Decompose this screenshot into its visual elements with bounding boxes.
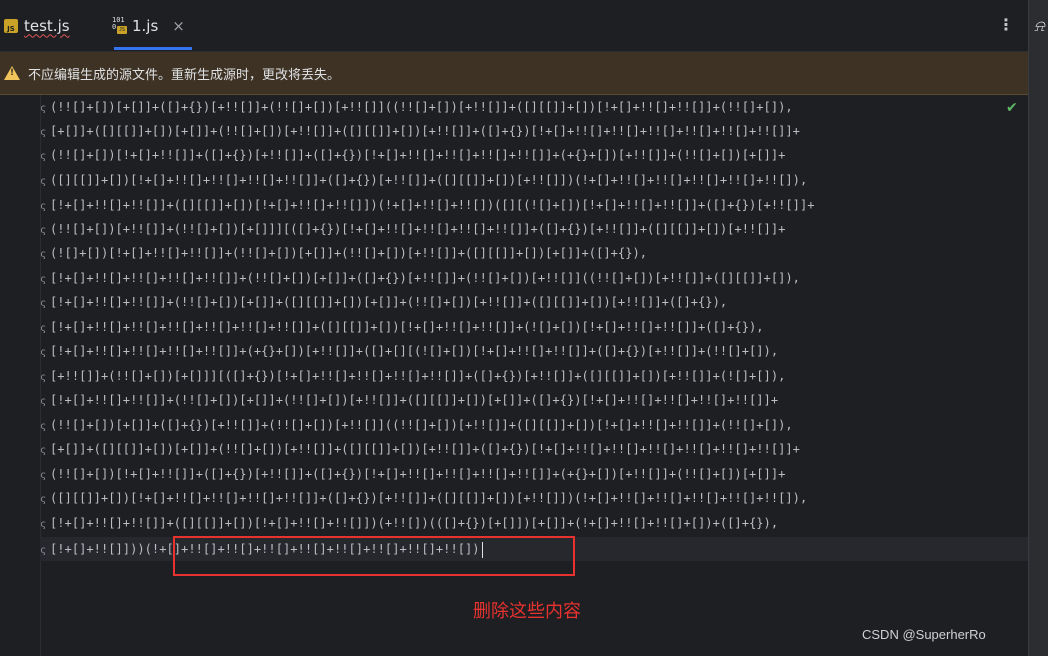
code-line[interactable]: ς (!![]+[])[+!![]]+(!![]+[])[+[]]][([]+{}… bbox=[40, 217, 1028, 241]
code-line[interactable]: ς [!+[]+!![]+!![]+!![]+!![]+!![]+!![]]+([… bbox=[40, 315, 1028, 339]
code-line[interactable]: ς (!![]+[])[+[]]+([]+{})[+!![]]+(!![]+[])… bbox=[40, 95, 1028, 119]
code-line[interactable]: ς (!![]+[])[!+[]+!![]]+([]+{})[+!![]]+([]… bbox=[40, 462, 1028, 486]
tab-test-js[interactable]: JS test.js bbox=[4, 0, 70, 51]
code-line[interactable]: ς [!+[]+!![]+!![]]+(!![]+[])[+[]]+([][[]]… bbox=[40, 290, 1028, 314]
right-tool-strip bbox=[1028, 0, 1048, 656]
js-file-icon: JS bbox=[4, 18, 18, 33]
editor-tab-bar: JS test.js 101 0 JS 1.js × ⋮ bbox=[0, 0, 1028, 52]
code-line[interactable]: ς [+[]]+([][[]]+[])[+[]]+(!![]+[])[+!![]]… bbox=[40, 119, 1028, 143]
tab-label: test.js bbox=[24, 16, 70, 35]
more-options-icon[interactable]: ⋮ bbox=[998, 16, 1014, 34]
code-line[interactable]: ς (![]+[])[!+[]+!![]+!![]]+(!![]+[])[+[]]… bbox=[40, 241, 1028, 265]
annotation-note: 删除这些内容 bbox=[473, 601, 581, 622]
code-line[interactable]: ς [+!![]]+(!![]+[])[+[]]][([]+{})[!+[]+!!… bbox=[40, 364, 1028, 388]
banner-text: 不应编辑生成的源文件。重新生成源时，更改将丢失。 bbox=[28, 67, 341, 83]
code-line[interactable]: ς ([][[]]+[])[!+[]+!![]+!![]+!![]+!![]]+(… bbox=[40, 486, 1028, 510]
code-line[interactable]: ς [!+[]+!![]+!![]+!![]+!![]]+(!![]+[])[+[… bbox=[40, 266, 1028, 290]
notifications-icon[interactable]: ⍾ bbox=[1034, 16, 1045, 36]
tab-label: 1.js bbox=[132, 16, 159, 35]
close-icon[interactable]: × bbox=[172, 17, 185, 35]
code-line[interactable]: ς [!+[]+!![]+!![]]+(!![]+[])[+[]]+(!![]+[… bbox=[40, 388, 1028, 412]
active-tab-indicator bbox=[114, 47, 192, 50]
line-gutter bbox=[0, 95, 41, 656]
code-line[interactable]: ς [+[]]+([][[]]+[])[+[]]+(!![]+[])[+!![]]… bbox=[40, 437, 1028, 461]
warning-icon: ! bbox=[4, 66, 20, 80]
annotation-highlight-box bbox=[173, 536, 575, 576]
generated-file-warning-banner: ! 不应编辑生成的源文件。重新生成源时，更改将丢失。 bbox=[0, 52, 1028, 95]
tab-1-js[interactable]: 101 0 JS 1.js × bbox=[112, 0, 192, 51]
code-line[interactable]: ς (!![]+[])[+[]]+([]+{})[+!![]]+(!![]+[])… bbox=[40, 413, 1028, 437]
inspection-ok-icon[interactable]: ✔ bbox=[1006, 100, 1018, 116]
code-line[interactable]: ς [!+[]+!![]+!![]]+([][[]]+[])[!+[]+!![]+… bbox=[40, 193, 1028, 217]
code-line[interactable]: ς [!+[]+!![]+!![]]+([][[]]+[])[!+[]+!![]+… bbox=[40, 511, 1028, 535]
code-line[interactable]: ς [!+[]+!![]+!![]+!![]+!![]]+(+{}+[])[+!!… bbox=[40, 339, 1028, 363]
watermark: CSDN @SuperherRo bbox=[862, 627, 986, 642]
code-line[interactable]: ς (!![]+[])[!+[]+!![]]+([]+{})[+!![]]+([]… bbox=[40, 143, 1028, 167]
binary-js-file-icon: 101 0 JS bbox=[112, 15, 127, 34]
code-line[interactable]: ς ([][[]]+[])[!+[]+!![]+!![]+!![]+!![]]+(… bbox=[40, 168, 1028, 192]
